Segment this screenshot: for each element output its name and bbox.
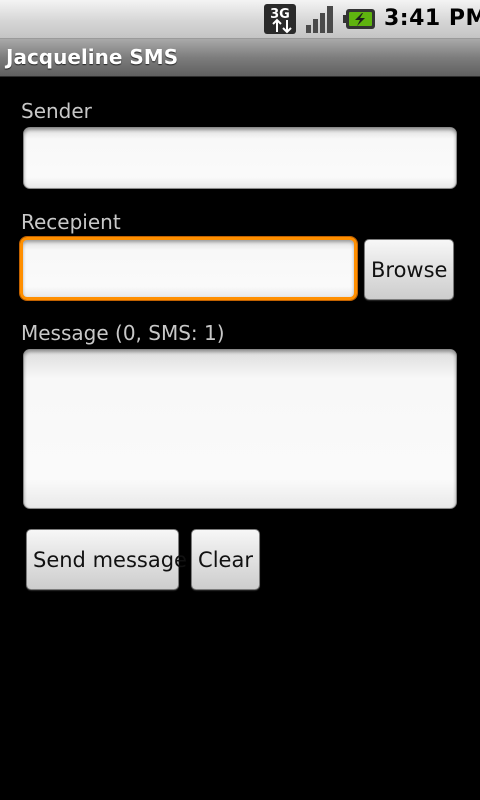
- sender-input[interactable]: [23, 127, 457, 189]
- recipient-input[interactable]: [20, 237, 357, 300]
- app-title-bar: Jacqueline SMS: [0, 39, 480, 77]
- clear-button[interactable]: Clear: [191, 529, 260, 590]
- network-type-label: 3G: [270, 7, 290, 22]
- status-bar: 3G 3:41 PM: [0, 0, 480, 39]
- status-clock: 3:41 PM: [384, 6, 480, 31]
- recipient-label: Recepient: [21, 210, 121, 234]
- signal-strength-icon: [306, 6, 333, 33]
- battery-charging-icon: [343, 9, 375, 29]
- message-label: Message (0, SMS: 1): [21, 321, 225, 345]
- message-input[interactable]: [23, 349, 457, 509]
- app-title: Jacqueline SMS: [6, 45, 179, 69]
- browse-button[interactable]: Browse: [364, 239, 454, 300]
- sender-label: Sender: [21, 99, 92, 123]
- send-message-button[interactable]: Send message: [26, 529, 187, 590]
- 3g-icon: 3G: [264, 4, 296, 34]
